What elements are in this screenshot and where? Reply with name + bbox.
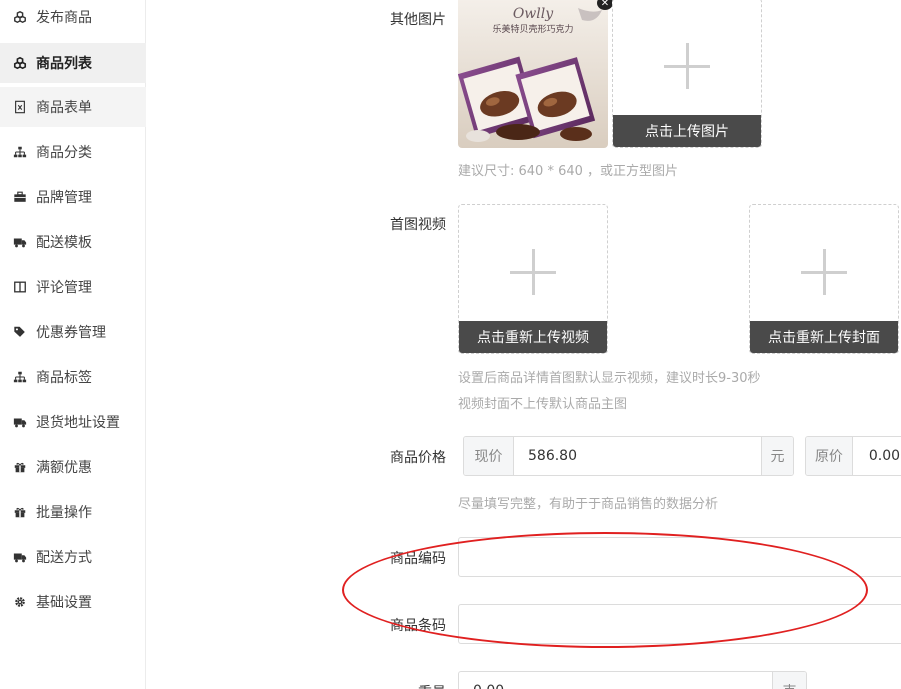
thumb-brand-text: Owlly bbox=[512, 6, 554, 22]
briefcase-icon bbox=[12, 189, 28, 205]
truck-icon bbox=[12, 549, 28, 565]
upload-cover-box[interactable]: 点击重新上传封面 bbox=[749, 204, 899, 354]
sidebar-item-product-tags[interactable]: 商品标签 bbox=[0, 357, 146, 397]
sidebar-item-basic-settings[interactable]: 基础设置 bbox=[0, 582, 146, 622]
sidebar-item-label: 商品分类 bbox=[36, 145, 92, 161]
sidebar-item-product-category[interactable]: 商品分类 bbox=[0, 132, 146, 172]
plus-icon bbox=[664, 42, 710, 89]
plus-icon bbox=[510, 248, 556, 295]
sidebar: 发布商品 商品列表 商品表单 商品分类 品牌管理 配送模板 评论管理 优惠券管理… bbox=[0, 0, 146, 689]
product-code-label: 商品编码 bbox=[390, 551, 446, 567]
sidebar-item-label: 批量操作 bbox=[36, 505, 92, 521]
current-price-unit: 元 bbox=[761, 437, 793, 475]
upload-video-box[interactable]: 点击重新上传视频 bbox=[458, 204, 608, 354]
sidebar-item-label: 商品标签 bbox=[36, 370, 92, 386]
sidebar-item-product-form[interactable]: 商品表单 bbox=[0, 87, 146, 127]
barcode-label: 商品条码 bbox=[390, 618, 446, 634]
original-price-prefix: 原价 bbox=[806, 437, 853, 475]
gift-icon bbox=[12, 504, 28, 520]
video-cover-hint: 视频封面不上传默认商品主图 bbox=[458, 397, 628, 412]
other-images-label: 其他图片 bbox=[390, 12, 446, 28]
truck-icon bbox=[12, 414, 28, 430]
upload-image-box[interactable]: 点击上传图片 bbox=[612, 0, 762, 148]
sidebar-item-full-discount[interactable]: 满额优惠 bbox=[0, 447, 146, 487]
sidebar-item-label: 配送模板 bbox=[36, 235, 92, 251]
reupload-cover-button[interactable]: 点击重新上传封面 bbox=[750, 321, 898, 353]
sidebar-item-label: 商品列表 bbox=[36, 56, 92, 72]
barcode-input[interactable] bbox=[458, 604, 901, 644]
thumb-caption-text: 乐美特贝壳形巧克力 bbox=[492, 25, 574, 35]
weight-group: 0.00 克 bbox=[458, 671, 807, 689]
sidebar-item-product-list[interactable]: 商品列表 bbox=[0, 43, 146, 83]
sidebar-item-delivery-template[interactable]: 配送模板 bbox=[0, 222, 146, 262]
sidebar-item-label: 品牌管理 bbox=[36, 190, 92, 206]
image-size-hint: 建议尺寸: 640 * 640 ，或正方型图片 bbox=[458, 164, 679, 179]
sidebar-item-publish-product[interactable]: 发布商品 bbox=[0, 0, 146, 37]
sidebar-item-label: 配送方式 bbox=[36, 550, 92, 566]
sidebar-item-return-address[interactable]: 退货地址设置 bbox=[0, 402, 146, 442]
price-hint: 尽量填写完整，有助于于商品销售的数据分析 bbox=[458, 497, 719, 512]
plus-icon bbox=[801, 248, 847, 295]
video-hint: 设置后商品详情首图默认显示视频，建议时长9-30秒 bbox=[458, 371, 761, 386]
weight-input[interactable]: 0.00 bbox=[459, 672, 772, 689]
columns-icon bbox=[12, 279, 28, 295]
sidebar-item-comment-management[interactable]: 评论管理 bbox=[0, 267, 146, 307]
sidebar-item-label: 满额优惠 bbox=[36, 460, 92, 476]
current-price-input[interactable]: 586.80 bbox=[514, 437, 761, 475]
sidebar-item-batch-operation[interactable]: 批量操作 bbox=[0, 492, 146, 532]
sidebar-item-label: 优惠券管理 bbox=[36, 325, 106, 341]
weight-unit: 克 bbox=[772, 672, 806, 689]
excel-file-icon bbox=[12, 99, 28, 115]
product-code-input[interactable] bbox=[458, 537, 901, 577]
truck-icon bbox=[12, 234, 28, 250]
product-image-thumbnail[interactable]: Owlly 乐美特贝壳形巧克力 bbox=[458, 0, 608, 148]
gear-icon bbox=[12, 594, 28, 610]
sidebar-item-label: 基础设置 bbox=[36, 595, 92, 611]
current-price-group: 现价 586.80 元 bbox=[463, 436, 794, 476]
tags-icon bbox=[12, 324, 28, 340]
video-label: 首图视频 bbox=[390, 217, 446, 233]
sidebar-item-brand-management[interactable]: 品牌管理 bbox=[0, 177, 146, 217]
sidebar-item-label: 退货地址设置 bbox=[36, 415, 120, 431]
sidebar-item-label: 评论管理 bbox=[36, 280, 92, 296]
cubes-icon bbox=[12, 55, 28, 71]
original-price-input[interactable]: 0.00 bbox=[853, 437, 901, 475]
sidebar-item-label: 发布商品 bbox=[36, 10, 92, 26]
current-price-prefix: 现价 bbox=[464, 437, 514, 475]
remove-image-close-icon[interactable]: ✕ bbox=[597, 0, 613, 10]
sitemap-icon bbox=[12, 144, 28, 160]
gift-icon bbox=[12, 459, 28, 475]
sidebar-item-coupon-management[interactable]: 优惠券管理 bbox=[0, 312, 146, 352]
sidebar-item-label: 商品表单 bbox=[36, 100, 92, 116]
sidebar-item-delivery-method[interactable]: 配送方式 bbox=[0, 537, 146, 577]
upload-image-button[interactable]: 点击上传图片 bbox=[613, 115, 761, 147]
product-form: 其他图片 Owlly 乐美特贝壳形巧克力 ✕ 点击上传图片 建议尺寸: 640 … bbox=[146, 0, 901, 689]
original-price-group: 原价 0.00 bbox=[805, 436, 901, 476]
reupload-video-button[interactable]: 点击重新上传视频 bbox=[459, 321, 607, 353]
cubes-icon bbox=[12, 9, 28, 25]
price-label: 商品价格 bbox=[390, 450, 446, 466]
weight-label: 重量 bbox=[418, 682, 446, 689]
sitemap-icon bbox=[12, 369, 28, 385]
